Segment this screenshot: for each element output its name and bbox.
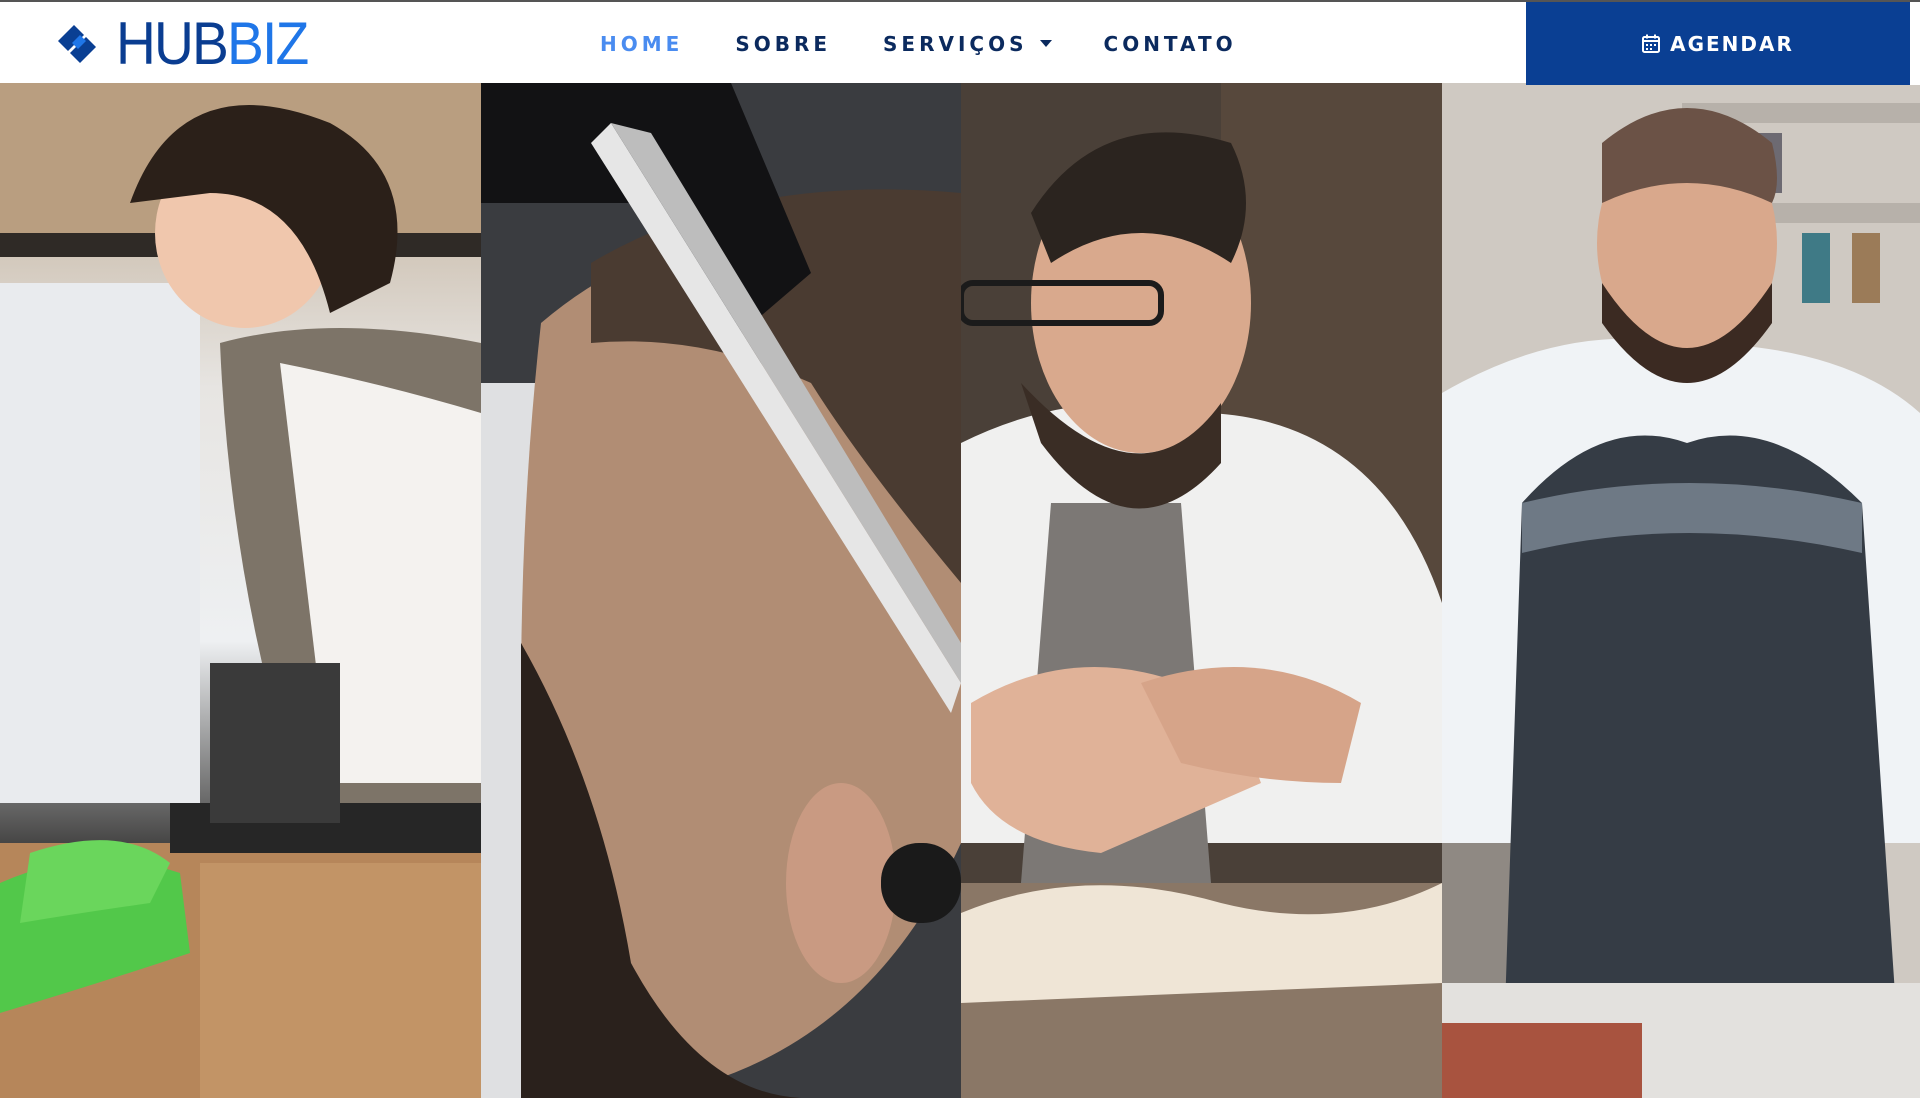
cleaning-photo <box>0 83 481 1098</box>
logo-mark-icon <box>58 25 96 63</box>
barber-photo <box>481 83 961 1098</box>
calendar-icon <box>1642 34 1661 53</box>
nav-home-label: HOME <box>600 31 684 56</box>
header-edge <box>1910 2 1920 85</box>
main-navigation: HOME SOBRE SERVIÇOS CONTATO <box>600 2 1289 85</box>
nav-sobre-label: SOBRE <box>735 31 832 56</box>
woodcarving-photo <box>961 83 1442 1098</box>
logo-biz-text: BIZ <box>227 10 309 77</box>
hero-photo-strip <box>0 83 1920 1098</box>
logo-wordmark: HUB BIZ <box>116 10 309 77</box>
nav-contato-link[interactable]: CONTATO <box>1104 32 1237 56</box>
site-header: HUB BIZ HOME SOBRE SERVIÇOS CONTATO AGEN… <box>0 0 1920 85</box>
hubbiz-logo[interactable]: HUB BIZ <box>50 10 324 77</box>
nav-home-link[interactable]: HOME <box>600 32 683 56</box>
craftsman-photo-art <box>1442 83 1920 1098</box>
agendar-button[interactable]: AGENDAR <box>1526 2 1910 85</box>
chevron-down-icon <box>1039 40 1052 47</box>
barber-photo-art <box>481 83 961 1098</box>
nav-contato-label: CONTATO <box>1103 31 1237 56</box>
nav-sobre-link[interactable]: SOBRE <box>735 32 831 56</box>
agendar-label: AGENDAR <box>1670 31 1794 56</box>
cleaning-photo-art <box>0 83 481 1098</box>
logo-hub-text: HUB <box>116 10 229 77</box>
nav-servicos-link[interactable]: SERVIÇOS <box>883 31 1052 56</box>
craftsman-photo <box>1442 83 1920 1098</box>
nav-servicos-label: SERVIÇOS <box>883 31 1028 56</box>
woodcarving-photo-art <box>961 83 1442 1098</box>
